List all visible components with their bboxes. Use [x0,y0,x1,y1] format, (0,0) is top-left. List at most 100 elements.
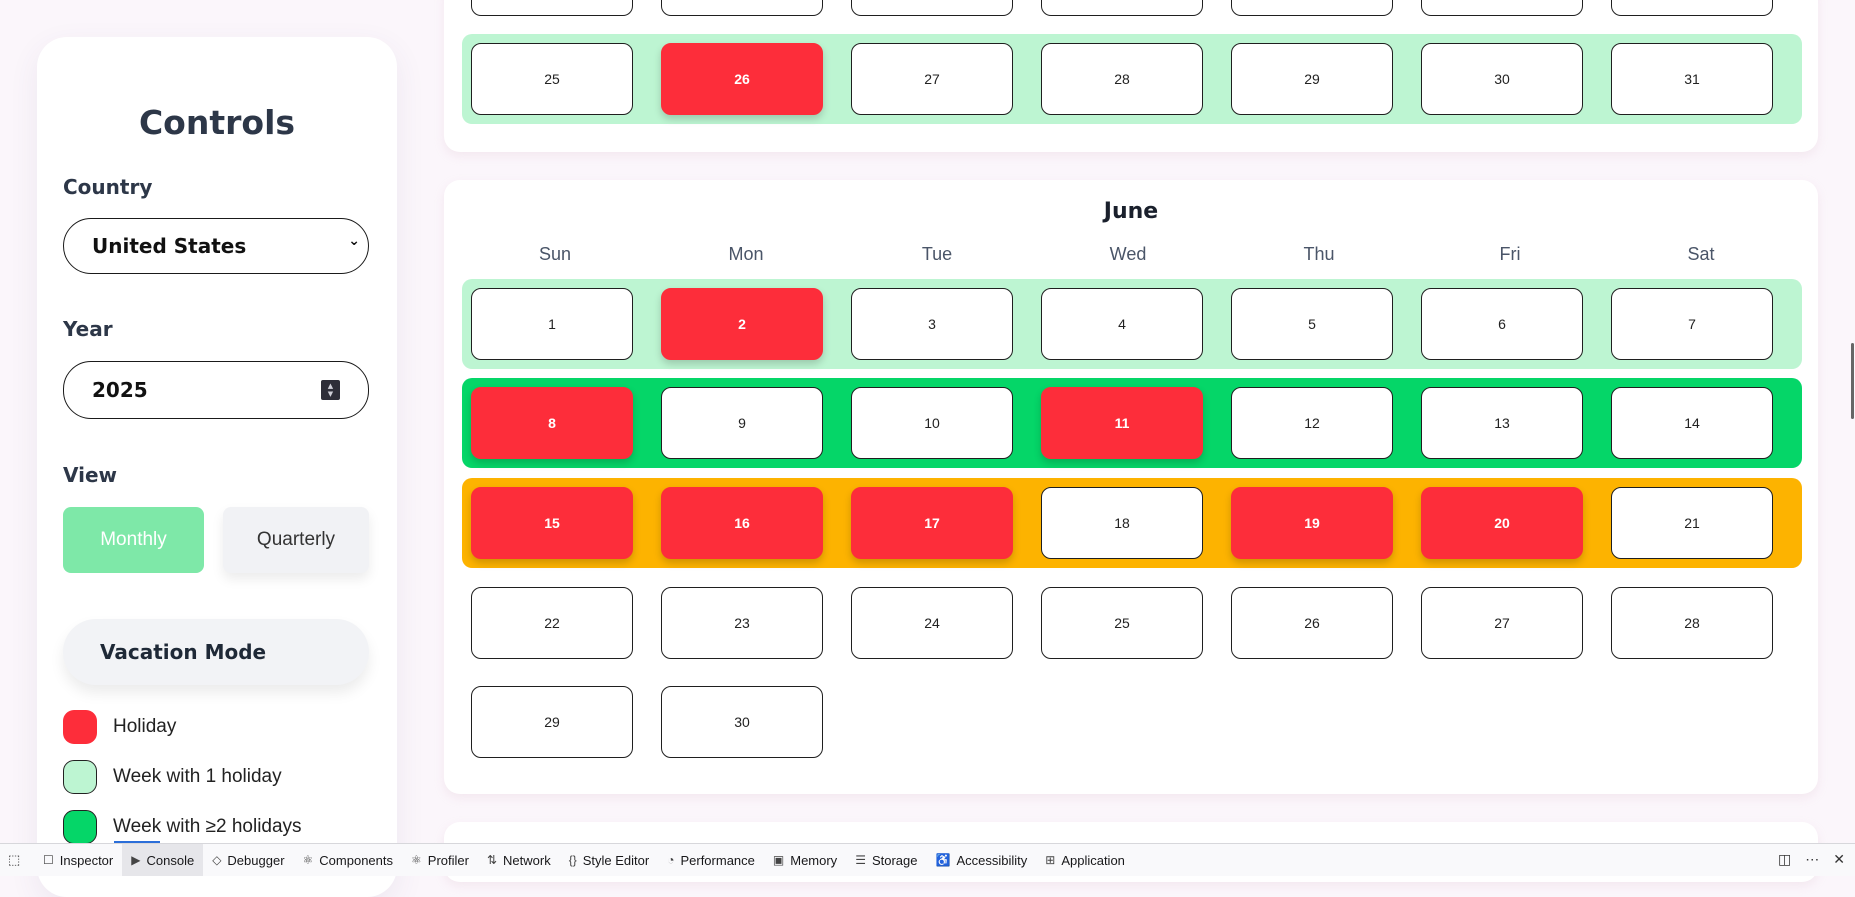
country-select-value: United States [92,234,247,258]
day-cell-holiday[interactable]: 15 [471,487,633,559]
devtools-tab-performance[interactable]: ◔ Performance [658,844,764,876]
day-cell[interactable]: 26 [1231,587,1393,659]
close-icon[interactable]: ✕ [1833,851,1845,868]
devtools-tab-accessibility[interactable]: ♿ Accessibility [927,844,1037,876]
spinner-icon[interactable]: ▲ ▼ [321,380,340,400]
devtools-tab-console[interactable]: ▶ Console [122,844,204,876]
year-input-value: 2025 [92,378,148,402]
more-options-icon[interactable]: ⋯ [1805,851,1819,868]
legend-label: Week with ≥2 holidays [113,816,302,837]
weekday-label: Wed [1109,244,1147,264]
year-label: Year [63,317,113,341]
day-cell[interactable]: 28 [1041,43,1203,115]
day-cell-holiday[interactable]: 2 [661,288,823,360]
day-cell-holiday[interactable]: 16 [661,487,823,559]
day-cell[interactable]: 13 [1421,387,1583,459]
devtools-tab-label: Application [1061,852,1125,868]
debugger-icon: ◇ [212,853,222,867]
storage-icon: ☰ [855,853,866,867]
day-cell[interactable] [1231,0,1393,16]
vacation-mode-button[interactable]: Vacation Mode [63,619,369,685]
dock-side-icon[interactable]: ◫ [1778,851,1791,868]
day-cell-holiday[interactable]: 8 [471,387,633,459]
day-cell[interactable]: 1 [471,288,633,360]
day-cell[interactable]: 24 [851,587,1013,659]
day-cell[interactable] [851,0,1013,16]
day-cell[interactable]: 25 [1041,587,1203,659]
monthly-view-button[interactable]: Monthly [63,507,204,573]
console-icon: ▶ [131,853,141,867]
day-cell[interactable]: 27 [1421,587,1583,659]
devtools-tab-label: Profiler [427,852,469,868]
devtools-tab-profiler[interactable]: ⚛ Profiler [402,844,478,876]
day-cell[interactable]: 23 [661,587,823,659]
day-cell[interactable] [1611,0,1773,16]
memory-icon: ▣ [772,853,785,867]
day-cell[interactable]: 4 [1041,288,1203,360]
chevron-down-icon: ⌄ [348,233,360,249]
application-icon: ⊞ [1045,853,1056,867]
day-cell[interactable]: 5 [1231,288,1393,360]
element-picker-icon[interactable]: ⬚ [8,852,24,868]
devtools-tab-label: Console [146,852,195,868]
day-cell[interactable]: 31 [1611,43,1773,115]
devtools-tab-label: Memory [790,852,838,868]
devtools-tab-memory[interactable]: ▣ Memory [764,844,846,876]
devtools-toolbar: ⬚ ☐ Inspector ▶ Console ◇ Debugger ⚛ Components… [0,843,1855,876]
devtools-tab-label: Debugger [227,852,285,868]
day-cell[interactable]: 27 [851,43,1013,115]
day-cell[interactable]: 9 [661,387,823,459]
day-cell[interactable] [1421,0,1583,16]
day-cell[interactable]: 7 [1611,288,1773,360]
day-cell-holiday[interactable]: 20 [1421,487,1583,559]
day-cell[interactable]: 29 [1231,43,1393,115]
day-cell[interactable]: 22 [471,587,633,659]
devtools-tab-inspector[interactable]: ☐ Inspector [34,844,122,876]
day-cell[interactable]: 12 [1231,387,1393,459]
page-scrollbar[interactable] [1851,343,1854,419]
day-cell[interactable]: 25 [471,43,633,115]
devtools-tab-debugger[interactable]: ◇ Debugger [203,844,293,876]
country-label: Country [63,175,153,199]
day-cell[interactable] [471,0,633,16]
legend-item-multi-holiday-week: Week with ≥2 holidays [63,810,302,844]
devtools-tab-label: Accessibility [956,852,1028,868]
day-cell[interactable]: 6 [1421,288,1583,360]
weekday-label: Sat [1687,244,1715,264]
day-cell[interactable]: 14 [1611,387,1773,459]
devtools-tab-network[interactable]: ⇅ Network [478,844,560,876]
devtools-tabs: ☐ Inspector ▶ Console ◇ Debugger ⚛ Components ⚛ P… [34,844,1134,876]
day-cell-holiday[interactable]: 11 [1041,387,1203,459]
devtools-actions: ◫ ⋯ ✕ [1778,851,1845,868]
day-cell[interactable]: 30 [1421,43,1583,115]
day-cell[interactable]: 21 [1611,487,1773,559]
day-cell[interactable] [661,0,823,16]
legend-label: Week with 1 holiday [113,766,282,787]
day-cell[interactable]: 18 [1041,487,1203,559]
year-input[interactable]: 2025 ▲ ▼ [63,361,369,419]
weekday-label: Mon [728,244,764,264]
devtools-tab-label: Style Editor [582,852,650,868]
day-cell[interactable]: 3 [851,288,1013,360]
devtools-tab-label: Performance [680,852,755,868]
controls-panel: Controls Country United States ⌄ Year 20… [37,37,397,897]
devtools-tab-components[interactable]: ⚛ Components [294,844,402,876]
devtools-tab-storage[interactable]: ☰ Storage [846,844,926,876]
day-cell-holiday[interactable]: 19 [1231,487,1393,559]
day-cell[interactable] [1041,0,1203,16]
weekday-label: Thu [1303,244,1335,264]
devtools-tab-label: Storage [871,852,918,868]
weekday-label: Fri [1499,244,1521,264]
day-cell[interactable]: 28 [1611,587,1773,659]
controls-title: Controls [138,103,296,142]
day-cell-holiday[interactable]: 26 [661,43,823,115]
day-cell-holiday[interactable]: 17 [851,487,1013,559]
day-cell[interactable]: 30 [661,686,823,758]
day-cell[interactable]: 29 [471,686,633,758]
accessibility-icon: ♿ [935,853,951,867]
devtools-tab-application[interactable]: ⊞ Application [1036,844,1134,876]
country-select[interactable]: United States ⌄ [63,218,369,274]
quarterly-view-button[interactable]: Quarterly [223,507,369,573]
day-cell[interactable]: 10 [851,387,1013,459]
devtools-tab-style-editor[interactable]: {} Style Editor [560,844,659,876]
